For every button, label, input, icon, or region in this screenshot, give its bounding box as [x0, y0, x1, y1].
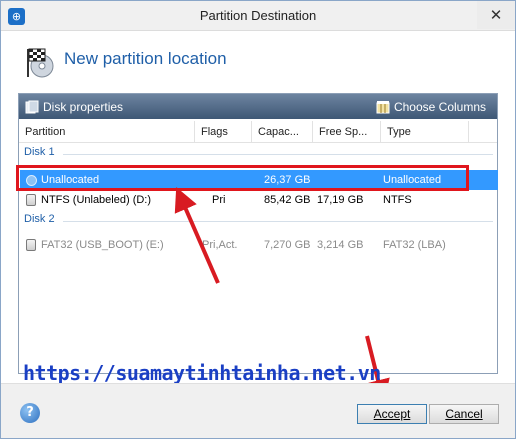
partition-row-fat32-e: FAT32 (USB_BOOT) (E:) Pri,Act. 7,270 GB …: [20, 235, 498, 255]
help-icon[interactable]: ?: [20, 403, 40, 423]
drive-icon: [26, 239, 36, 251]
title-bar[interactable]: ⊕ Partition Destination ✕: [1, 1, 515, 31]
choose-columns-button[interactable]: Choose Columns: [376, 98, 486, 115]
cancel-button[interactable]: Cancel: [429, 404, 499, 424]
list-toolbar: Disk properties Choose Columns: [19, 94, 497, 119]
column-header-capacity[interactable]: Capac...: [252, 121, 313, 143]
cell-partition: NTFS (Unlabeled) (D:): [41, 194, 152, 206]
checkered-flag-disk-icon: [27, 48, 54, 78]
dialog-header: New partition location: [1, 32, 515, 90]
partition-row-ntfs-d[interactable]: NTFS (Unlabeled) (D:) Pri 85,42 GB 17,19…: [20, 190, 498, 210]
disk-properties-icon: [25, 100, 39, 113]
group-divider: [63, 154, 493, 155]
partition-destination-dialog: ⊕ Partition Destination ✕ New partition …: [0, 0, 516, 439]
column-header-type[interactable]: Type: [381, 121, 469, 143]
cell-type: NTFS: [383, 194, 412, 206]
column-header-free-space[interactable]: Free Sp...: [313, 121, 381, 143]
cell-free-space: 3,214 GB: [317, 239, 364, 251]
dialog-button-bar: ? Accept Cancel: [1, 383, 515, 438]
accept-button[interactable]: Accept: [357, 404, 427, 424]
partition-list-panel: Disk properties Choose Columns Partition…: [18, 93, 498, 374]
cell-flags: Pri,Act.: [202, 239, 238, 251]
choose-columns-label: Choose Columns: [393, 99, 486, 114]
disk-properties-label: Disk properties: [43, 99, 124, 114]
column-header-flags[interactable]: Flags: [195, 121, 252, 143]
cell-free-space: 17,19 GB: [317, 194, 364, 206]
window-title: Partition Destination: [199, 8, 317, 23]
cell-capacity: 85,42 GB: [264, 194, 311, 206]
cell-partition: FAT32 (USB_BOOT) (E:): [41, 239, 164, 251]
disk-properties-button[interactable]: Disk properties: [25, 98, 123, 115]
watermark-url: https://suamaytinhtainha.net.vn: [23, 361, 381, 385]
group-label-disk-2: Disk 2: [24, 213, 55, 225]
group-divider: [63, 221, 493, 222]
unallocated-highlight-box: [16, 165, 469, 191]
column-header-partition[interactable]: Partition: [19, 121, 195, 143]
cell-type: FAT32 (LBA): [383, 239, 446, 251]
group-label-disk-1: Disk 1: [24, 146, 55, 158]
column-header-row: Partition Flags Capac... Free Sp... Type: [19, 121, 497, 143]
close-button[interactable]: ✕: [477, 1, 515, 29]
cell-capacity: 7,270 GB: [264, 239, 311, 251]
choose-columns-icon: [376, 100, 390, 113]
cell-flags: Pri: [212, 194, 226, 206]
drive-icon: [26, 194, 36, 206]
page-title: New partition location: [64, 49, 227, 68]
